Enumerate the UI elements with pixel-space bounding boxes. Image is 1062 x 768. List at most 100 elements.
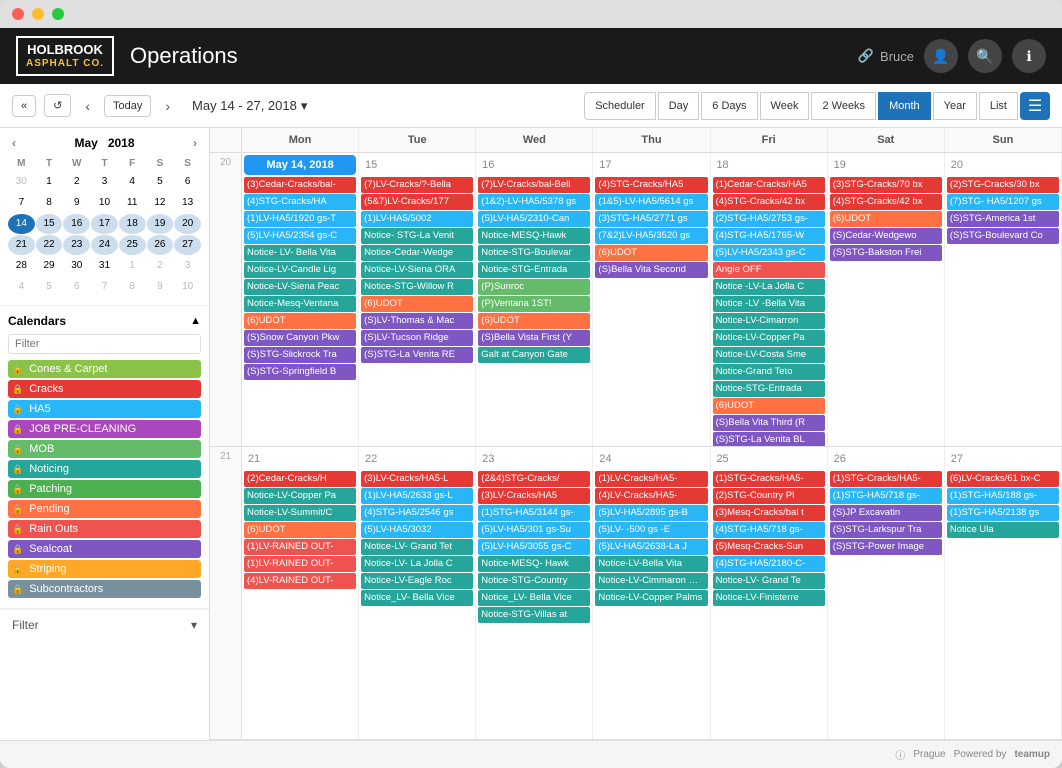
calendar-event[interactable]: (5)LV-HA5/2354 gs-C <box>244 228 356 244</box>
calendar-event[interactable]: (6)UDOT <box>830 211 942 227</box>
calendar-event[interactable]: (4)STG-Cracks/HA <box>244 194 356 210</box>
calendar-event[interactable]: Notice-LV-Cimarron <box>713 313 825 329</box>
day-column[interactable]: 19(3)STG-Cracks/70 bx(4)STG-Cracks/42 bx… <box>828 153 945 446</box>
mini-day[interactable]: 29 <box>36 256 63 276</box>
calendar-event[interactable]: (7)STG- HA5/1207 gs <box>947 194 1059 210</box>
view-week[interactable]: Week <box>760 92 810 120</box>
today-btn[interactable]: Today <box>104 95 151 117</box>
calendar-event[interactable]: (3)Mesq-Cracks/bal t <box>713 505 825 521</box>
calendar-event[interactable]: (5)LV-HA5/2895 gs-B <box>595 505 707 521</box>
calendar-event[interactable]: (5&7)LV-Cracks/177 <box>361 194 473 210</box>
calendar-event[interactable]: (1)STG-HA5/3144 gs- <box>478 505 590 521</box>
calendar-event[interactable]: (3)Cedar-Cracks/bal- <box>244 177 356 193</box>
calendar-event[interactable]: (3)STG-HA5/2771 gs <box>595 211 707 227</box>
calendar-event[interactable]: (S)LV-Thomas & Mac <box>361 313 473 329</box>
mini-cal-next[interactable]: › <box>189 136 201 150</box>
calendar-event[interactable]: Notice-MESQ- Hawk <box>478 556 590 572</box>
calendar-event[interactable]: Notice_LV- Bella Vice <box>361 590 473 606</box>
calendar-item[interactable]: 🔒Rain Outs <box>8 520 201 538</box>
mini-day[interactable]: 15 <box>36 214 63 234</box>
mini-day[interactable]: 24 <box>91 235 118 255</box>
calendar-event[interactable]: (1)STG-HA5/188 gs- <box>947 488 1059 504</box>
mini-day[interactable]: 10 <box>91 193 118 213</box>
mini-day[interactable]: 13 <box>174 193 201 213</box>
mini-day[interactable]: 9 <box>63 193 90 213</box>
calendar-item[interactable]: 🔒Pending <box>8 500 201 518</box>
nav-forward-btn[interactable]: › <box>159 96 176 116</box>
mini-day[interactable]: 27 <box>174 235 201 255</box>
calendar-event[interactable]: (6)UDOT <box>244 313 356 329</box>
calendar-event[interactable]: Notice- LV- Bella Vita <box>244 245 356 261</box>
search-btn[interactable]: 🔍 <box>968 39 1002 73</box>
mini-day[interactable]: 2 <box>63 172 90 192</box>
calendar-event[interactable]: Notice-LV-Siena Peac <box>244 279 356 295</box>
mini-day[interactable]: 16 <box>63 214 90 234</box>
calendar-event[interactable]: (5)LV-HA5/2310-Can <box>478 211 590 227</box>
calendar-event[interactable]: Notice-STG-Willow R <box>361 279 473 295</box>
calendar-event[interactable]: Notice-LV- Grand Tet <box>361 539 473 555</box>
calendar-event[interactable]: (1)LV-HA5/5002 <box>361 211 473 227</box>
mini-day-today[interactable]: 14 <box>8 214 35 234</box>
calendar-event[interactable]: (4)LV-Cracks/HA5- <box>595 488 707 504</box>
calendar-event[interactable]: (1)LV-RAINED OUT- <box>244 539 356 555</box>
day-column[interactable]: 25(1)STG-Cracks/HA5-(2)STG-Country Pl(3)… <box>711 447 828 740</box>
calendar-event[interactable]: (2)STG-Cracks/30 bx <box>947 177 1059 193</box>
calendar-event[interactable]: (5)LV- -500 gs -E <box>595 522 707 538</box>
calendar-event[interactable]: (S)STG-Power Image <box>830 539 942 555</box>
mini-day[interactable]: 8 <box>36 193 63 213</box>
mini-day[interactable]: 11 <box>119 193 146 213</box>
rewind-btn[interactable]: « <box>12 95 36 117</box>
calendar-event[interactable]: Notice-LV-Copper Palms <box>595 590 707 606</box>
calendar-event[interactable]: (7)LV-Cracks/bal-Bell <box>478 177 590 193</box>
calendar-event[interactable]: (1)LV-RAINED OUT- <box>244 556 356 572</box>
calendar-event[interactable]: Notice-LV- La Jolla C <box>361 556 473 572</box>
mini-day[interactable]: 7 <box>91 277 118 297</box>
mini-day[interactable]: 28 <box>8 256 35 276</box>
calendar-event[interactable]: Notice-STG-Villas at <box>478 607 590 623</box>
mini-day[interactable]: 3 <box>174 256 201 276</box>
filter-section[interactable]: Filter ▾ <box>0 609 209 640</box>
calendar-event[interactable]: (6)UDOT <box>244 522 356 538</box>
calendar-event[interactable]: (S)Bella Vista First (Y <box>478 330 590 346</box>
user-avatar-btn[interactable]: 👤 <box>924 39 958 73</box>
calendar-item[interactable]: 🔒Striping <box>8 560 201 578</box>
calendar-event[interactable]: Notice_LV- Bella Vice <box>478 590 590 606</box>
mini-day[interactable]: 25 <box>119 235 146 255</box>
day-column[interactable]: 21(2)Cedar-Cracks/HNotice-LV-Copper PaNo… <box>242 447 359 740</box>
calendar-event[interactable]: (S)STG-La Venita BL <box>713 432 825 446</box>
calendar-event[interactable]: Galt at Canyon Gate <box>478 347 590 363</box>
calendar-event[interactable]: (4)STG-Cracks/42 bx <box>830 194 942 210</box>
mini-day[interactable]: 22 <box>36 235 63 255</box>
view-scheduler[interactable]: Scheduler <box>584 92 656 120</box>
calendar-event[interactable]: (1)LV-HA5/1920 gs-T <box>244 211 356 227</box>
day-column[interactable]: 27(6)LV-Cracks/61 bx-C(1)STG-HA5/188 gs-… <box>945 447 1062 740</box>
day-column[interactable]: 24(1)LV-Cracks/HA5-(4)LV-Cracks/HA5-(5)L… <box>593 447 710 740</box>
calendar-event[interactable]: (5)Mesq-Cracks-Sun <box>713 539 825 555</box>
view-month[interactable]: Month <box>878 92 931 120</box>
calendar-event[interactable]: (5)LV-HA5/301 gs-Su <box>478 522 590 538</box>
calendar-event[interactable]: (4)STG-HA5/2180-C- <box>713 556 825 572</box>
calendar-event[interactable]: (5)LV-HA5/2638-La J <box>595 539 707 555</box>
calendar-event[interactable]: Notice-LV- Grand Te <box>713 573 825 589</box>
calendar-event[interactable]: (S)Bella Vita Second <box>595 262 707 278</box>
calendar-item[interactable]: 🔒HA5 <box>8 400 201 418</box>
mini-day[interactable]: 2 <box>147 256 174 276</box>
refresh-btn[interactable]: ↺ <box>44 94 71 117</box>
calendar-event[interactable]: (1)STG-Cracks/HA5- <box>830 471 942 487</box>
calendar-event[interactable]: (1)STG-HA5/718 gs- <box>830 488 942 504</box>
mini-day[interactable]: 1 <box>36 172 63 192</box>
calendar-event[interactable]: Notice-STG-Boulevar <box>478 245 590 261</box>
mini-day[interactable]: 31 <box>91 256 118 276</box>
calendar-event[interactable]: (S)STG-Slickrock Tra <box>244 347 356 363</box>
calendar-item[interactable]: 🔒Subcontractors <box>8 580 201 598</box>
calendar-event[interactable]: (3)STG-Cracks/70 bx <box>830 177 942 193</box>
calendar-event[interactable]: (P)Ventana 1ST! <box>478 296 590 312</box>
calendar-event[interactable]: (S)JP Excavatin <box>830 505 942 521</box>
mini-day[interactable]: 30 <box>63 256 90 276</box>
calendar-event[interactable]: (6)UDOT <box>478 313 590 329</box>
calendar-event[interactable]: Notice-STG-Country <box>478 573 590 589</box>
minimize-btn[interactable] <box>32 8 44 20</box>
calendar-item[interactable]: 🔒Patching <box>8 480 201 498</box>
calendar-item[interactable]: 🔒Cracks <box>8 380 201 398</box>
calendar-event[interactable]: (S)Snow Canyon Pkw <box>244 330 356 346</box>
